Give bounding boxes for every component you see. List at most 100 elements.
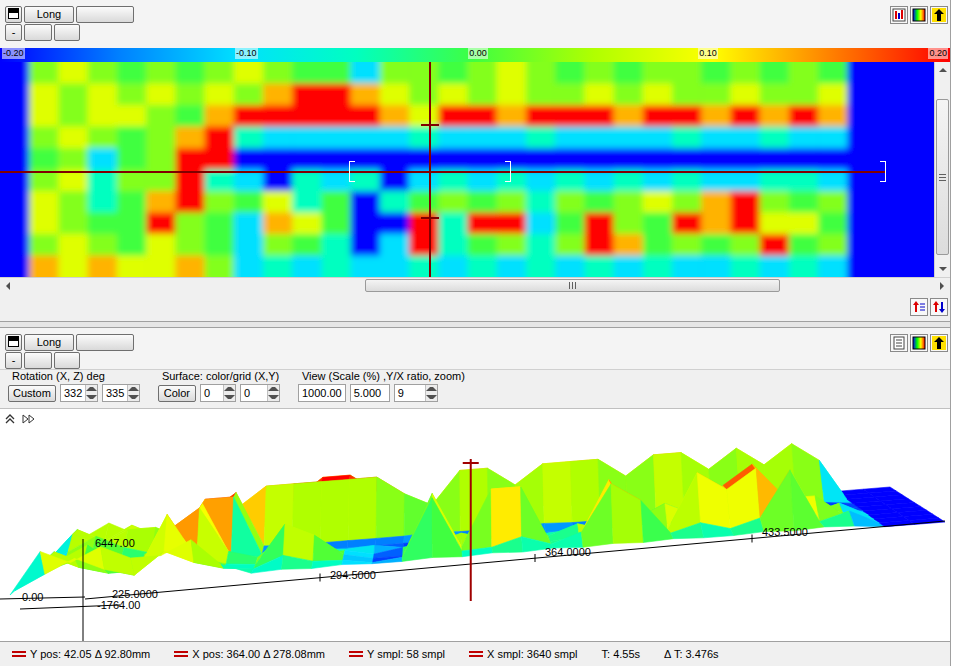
spinner[interactable]	[223, 385, 235, 401]
heatmap-cell	[906, 84, 934, 106]
spinner[interactable]	[425, 385, 437, 401]
status-item: Y smpl: 58 smpl	[349, 648, 445, 660]
mode-button[interactable]: Color	[158, 385, 196, 402]
spinner[interactable]	[85, 385, 97, 401]
up-arrow-icon[interactable]	[930, 6, 948, 24]
long-button[interactable]: Long	[24, 6, 74, 23]
spin-up[interactable]	[128, 385, 139, 393]
surface-facet	[342, 560, 373, 564]
heatmap-cell	[818, 170, 848, 192]
palette-icon[interactable]	[910, 6, 928, 24]
heatmap-cell	[614, 62, 644, 84]
scroll-thumb[interactable]	[936, 99, 949, 255]
heatmap-cell	[351, 213, 381, 235]
scroll-right-button[interactable]	[934, 278, 950, 294]
heatmap-cell	[555, 170, 585, 192]
text-field[interactable]: 1000.00	[298, 384, 346, 402]
button-label: Color	[164, 387, 190, 400]
heatmap-cell	[789, 148, 819, 170]
surface-facet	[10, 552, 45, 596]
toolbar-button[interactable]	[54, 24, 80, 41]
window-icon[interactable]	[8, 336, 19, 350]
heatmap-cell	[0, 234, 30, 256]
heatmap-cell	[730, 148, 760, 170]
spin-field[interactable]: 332	[60, 384, 98, 402]
surface-facet	[730, 518, 764, 536]
spin-field[interactable]: 9	[394, 384, 438, 402]
spin-down[interactable]	[268, 393, 279, 401]
spin-up[interactable]	[268, 385, 279, 393]
toolbar-button[interactable]	[24, 24, 52, 41]
heatmap-cell	[321, 127, 351, 149]
surface-3d-view[interactable]: 6447.000.00-1764.00225.0000294.5000364.0…	[0, 408, 950, 641]
heatmap[interactable]	[0, 62, 934, 277]
sort-up-icon[interactable]	[910, 298, 928, 316]
scroll-track[interactable]	[16, 278, 934, 293]
spin-down[interactable]	[128, 393, 139, 401]
spin-down[interactable]	[426, 393, 437, 401]
toolbar-button[interactable]	[76, 6, 134, 23]
mode-button[interactable]: Custom	[8, 385, 56, 402]
surface-cursor[interactable]	[470, 459, 472, 601]
grid-icon[interactable]	[890, 6, 908, 24]
heatmap-cell	[526, 148, 556, 170]
heatmap-cell	[292, 62, 322, 84]
scroll-up-button[interactable]	[935, 62, 951, 78]
scroll-down-button[interactable]	[935, 261, 951, 277]
spinner[interactable]	[127, 385, 139, 401]
vertical-scrollbar[interactable]	[934, 62, 950, 277]
view-mode-button[interactable]	[5, 334, 22, 351]
heatmap-cell	[468, 62, 498, 84]
long-button[interactable]: Long	[24, 334, 74, 351]
spin-field[interactable]: 0	[240, 384, 280, 402]
text-field[interactable]: 5.000	[350, 384, 390, 402]
heatmap-cell	[321, 191, 351, 213]
spin-up[interactable]	[224, 385, 235, 393]
spin-up[interactable]	[426, 385, 437, 393]
spin-field[interactable]: 0	[200, 384, 236, 402]
heatmap-cell	[0, 170, 30, 192]
horizontal-scrollbar[interactable]	[0, 277, 950, 293]
heatmap-cell	[263, 148, 293, 170]
view-controls: Rotation (X, Z) degCustom332335Surface: …	[0, 370, 950, 408]
surface-facet	[101, 547, 135, 575]
collapse-icon[interactable]	[4, 413, 16, 427]
heatmap-cell	[0, 105, 30, 127]
fast-forward-icon[interactable]	[22, 413, 36, 427]
heatmap-cell	[468, 170, 498, 192]
up-arrow-icon[interactable]	[930, 334, 948, 352]
heatmap-cell	[526, 127, 556, 149]
heatmap-cell	[438, 127, 468, 149]
toolbar-button[interactable]: -	[5, 352, 22, 369]
spinner[interactable]	[267, 385, 279, 401]
scale-tick: -0.20	[2, 48, 25, 59]
spin-down[interactable]	[224, 393, 235, 401]
cursor-line	[421, 124, 439, 126]
toolbar-row: -	[5, 352, 134, 369]
group-title: Surface: color/grid (X,Y)	[158, 370, 280, 383]
toolbar-button[interactable]	[24, 352, 52, 369]
document-icon[interactable]	[890, 334, 908, 352]
sort-updown-icon[interactable]	[930, 298, 948, 316]
heatmap-cell	[29, 191, 59, 213]
spin-up[interactable]	[86, 385, 97, 393]
control-row: Color 00	[158, 384, 280, 402]
view-nav	[0, 409, 950, 431]
heatmap-cell	[643, 105, 673, 127]
spin-field[interactable]: 335	[102, 384, 140, 402]
toolbar-button[interactable]	[54, 352, 80, 369]
cursor-crosshair[interactable]	[0, 62, 934, 277]
scroll-left-button[interactable]	[0, 278, 16, 294]
toolbar-button[interactable]	[76, 334, 134, 351]
window-icon[interactable]	[8, 8, 19, 22]
palette-icon[interactable]	[910, 334, 928, 352]
spin-down[interactable]	[86, 393, 97, 401]
scroll-thumb[interactable]	[365, 279, 780, 292]
heatmap-cell	[234, 256, 264, 278]
toolbar-button[interactable]: -	[5, 24, 22, 41]
view-mode-button[interactable]	[5, 6, 22, 23]
scroll-track[interactable]	[935, 78, 950, 261]
heatmap-cell	[789, 127, 819, 149]
heatmap-cell	[146, 148, 176, 170]
heatmap-cell	[351, 62, 381, 84]
